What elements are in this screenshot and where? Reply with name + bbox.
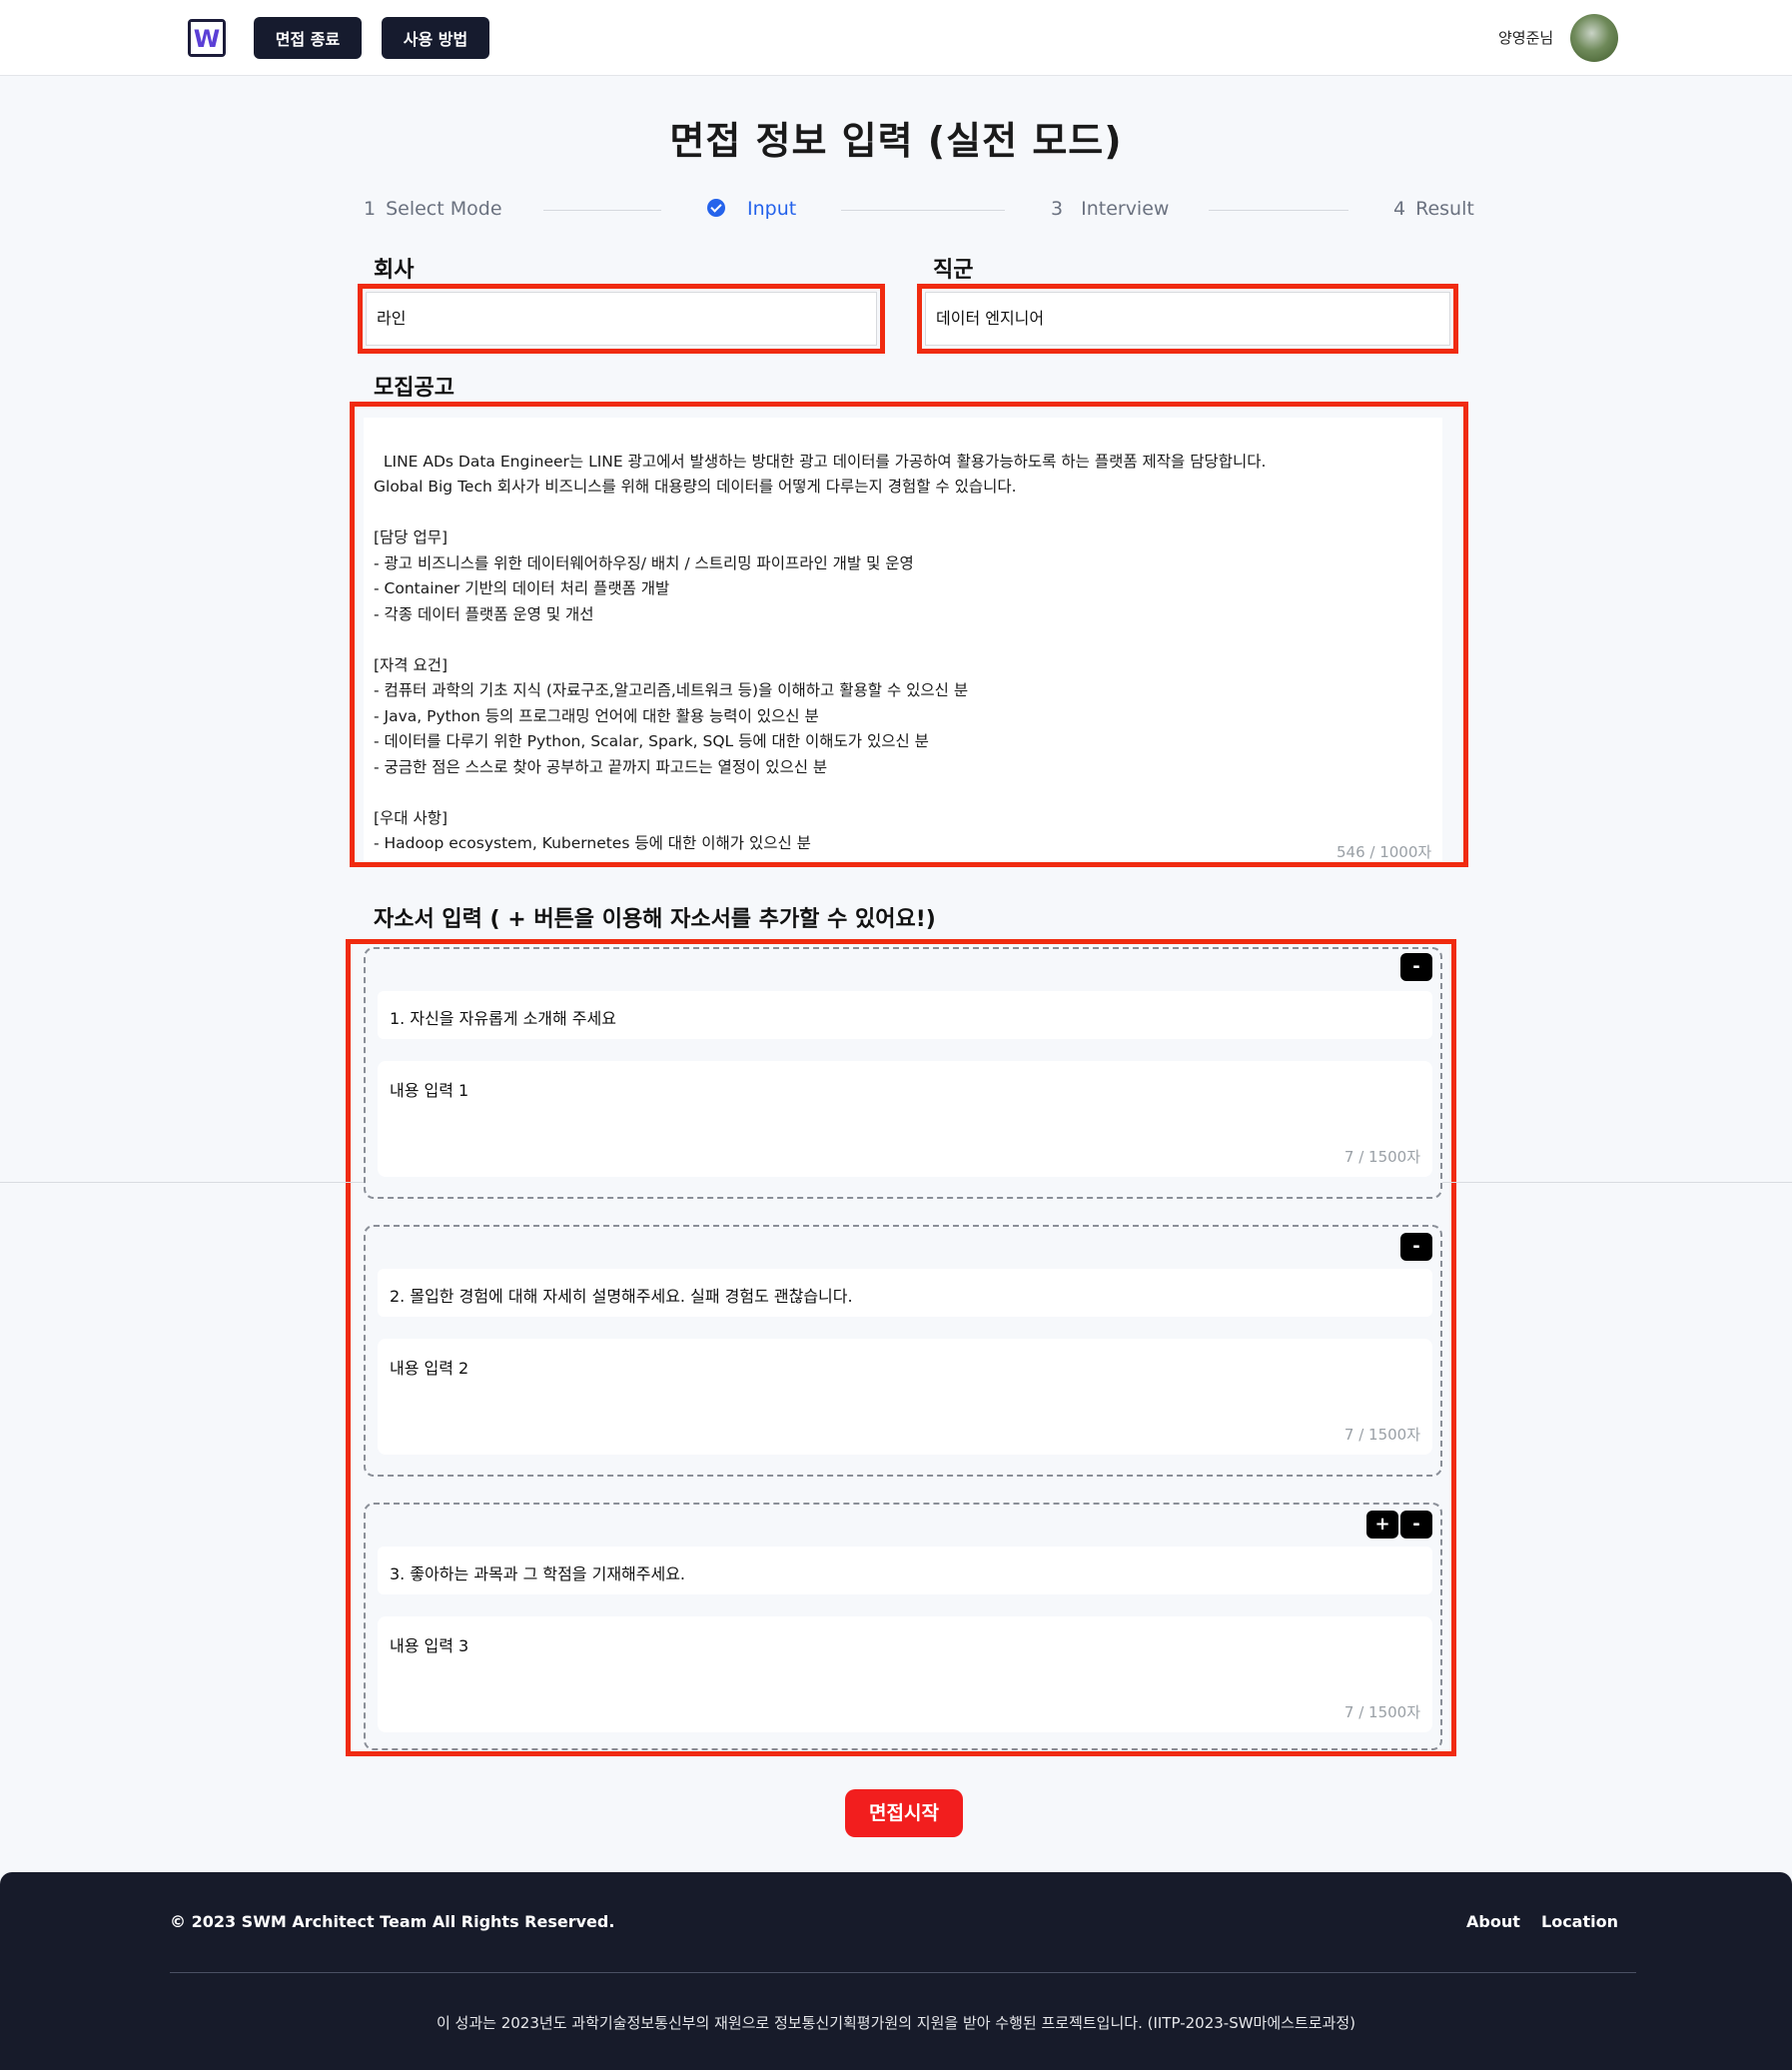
end-interview-button[interactable]: 면접 종료 [254, 17, 362, 59]
step-label: Interview [1081, 198, 1170, 220]
question-input[interactable]: 3. 좋아하는 과목과 그 학점을 기재해주세요. [378, 1547, 1432, 1594]
role-label: 직군 [933, 258, 974, 283]
company-label: 회사 [374, 258, 415, 283]
question-input[interactable]: 1. 자신을 자유롭게 소개해 주세요 [378, 991, 1432, 1039]
footer-link-about[interactable]: About [1466, 1912, 1520, 1931]
cover-letter-card-1: - 1. 자신을 자유롭게 소개해 주세요 내용 입력 1 7 / 1500자 [364, 947, 1442, 1199]
question-text: 1. 자신을 자유롭게 소개해 주세요 [390, 1009, 616, 1028]
step-number: 1 [364, 198, 377, 220]
question-text: 3. 좋아하는 과목과 그 학점을 기재해주세요. [390, 1564, 686, 1583]
answer-textarea[interactable]: 내용 입력 2 7 / 1500자 [378, 1339, 1432, 1455]
posting-char-counter: 546 / 1000자 [1337, 843, 1432, 861]
job-posting-text: LINE ADs Data Engineer는 LINE 광고에서 발생하는 방… [374, 452, 1267, 862]
company-input[interactable]: 라인 [366, 292, 877, 346]
step-label: Select Mode [386, 198, 502, 220]
role-input[interactable]: 데이터 엔지니어 [925, 292, 1450, 346]
page-title: 면접 정보 입력 (실전 모드) [669, 119, 1123, 163]
step-select-mode: 1 Select Mode [364, 198, 502, 220]
cover-letter-card-3: + - 3. 좋아하는 과목과 그 학점을 기재해주세요. 내용 입력 3 7 … [364, 1503, 1442, 1750]
question-text: 2. 몰입한 경험에 대해 자세히 설명해주세요. 실패 경험도 괜찮습니다. [390, 1287, 853, 1306]
start-interview-button[interactable]: 면접시작 [845, 1789, 963, 1837]
top-navigation-bar: W 면접 종료 사용 방법 양영준님 [0, 0, 1792, 76]
step-interview: 3 Interview [1051, 198, 1169, 220]
answer-text: 내용 입력 2 [390, 1359, 469, 1378]
step-input: Input [707, 198, 796, 220]
step-label: Result [1415, 198, 1474, 220]
posting-label: 모집공고 [374, 376, 454, 401]
answer-char-counter: 7 / 1500자 [1344, 1426, 1420, 1444]
check-circle-icon [707, 199, 725, 217]
company-value: 라인 [377, 309, 407, 328]
answer-textarea[interactable]: 내용 입력 3 7 / 1500자 [378, 1616, 1432, 1732]
step-connector [1209, 210, 1348, 211]
job-posting-textarea[interactable]: LINE ADs Data Engineer는 LINE 광고에서 발생하는 방… [364, 418, 1442, 861]
cover-letter-card-2: - 2. 몰입한 경험에 대해 자세히 설명해주세요. 실패 경험도 괜찮습니다… [364, 1225, 1442, 1477]
footer: © 2023 SWM Architect Team All Rights Res… [0, 1872, 1792, 2070]
how-to-use-label: 사용 방법 [403, 30, 468, 49]
end-interview-label: 면접 종료 [275, 30, 341, 49]
step-result: 4 Result [1393, 198, 1474, 220]
user-name: 양영준님 [1498, 29, 1554, 47]
footer-link-location[interactable]: Location [1541, 1912, 1618, 1931]
app-logo[interactable]: W [188, 19, 226, 57]
footer-copyright: © 2023 SWM Architect Team All Rights Res… [170, 1912, 615, 1931]
question-input[interactable]: 2. 몰입한 경험에 대해 자세히 설명해주세요. 실패 경험도 괜찮습니다. [378, 1269, 1432, 1317]
cover-letter-label: 자소서 입력 ( + 버튼을 이용해 자소서를 추가할 수 있어요!) [374, 907, 936, 932]
answer-text: 내용 입력 3 [390, 1636, 469, 1655]
answer-char-counter: 7 / 1500자 [1344, 1703, 1420, 1721]
step-number: 3 [1051, 198, 1064, 220]
remove-item-button[interactable]: - [1400, 953, 1432, 981]
step-label: Input [747, 198, 797, 220]
step-number: 4 [1393, 198, 1406, 220]
footer-funding-note: 이 성과는 2023년도 과학기술정보통신부의 재원으로 정보통신기획평가원의 … [436, 2014, 1355, 2032]
answer-text: 내용 입력 1 [390, 1081, 469, 1100]
footer-divider [170, 1972, 1636, 1973]
role-value: 데이터 엔지니어 [936, 309, 1045, 328]
remove-item-button[interactable]: - [1400, 1511, 1432, 1539]
remove-item-button[interactable]: - [1400, 1233, 1432, 1261]
svg-text:W: W [194, 25, 220, 53]
avatar[interactable] [1570, 14, 1618, 62]
step-connector [841, 210, 1005, 211]
how-to-use-button[interactable]: 사용 방법 [382, 17, 489, 59]
add-item-button[interactable]: + [1366, 1511, 1398, 1539]
answer-char-counter: 7 / 1500자 [1344, 1148, 1420, 1166]
step-connector [543, 210, 661, 211]
answer-textarea[interactable]: 내용 입력 1 7 / 1500자 [378, 1061, 1432, 1177]
